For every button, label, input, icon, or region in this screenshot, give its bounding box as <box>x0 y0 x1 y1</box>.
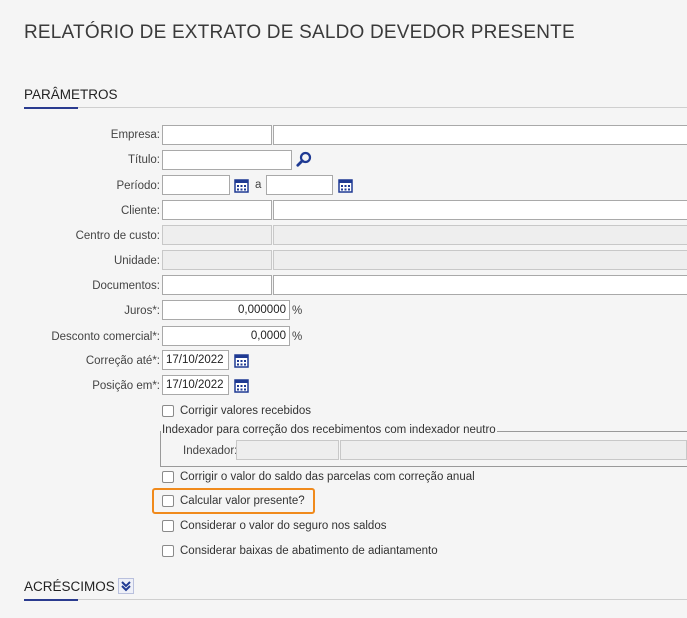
documentos-code-input[interactable] <box>162 275 272 295</box>
corrigir-valores-checkbox[interactable] <box>162 405 174 417</box>
cliente-label: Cliente: <box>121 205 160 217</box>
cliente-name-input[interactable] <box>273 200 687 220</box>
section-accent <box>24 599 78 601</box>
unidade-name-input <box>273 250 687 270</box>
titulo-label: Título: <box>128 154 160 166</box>
fieldset-border-bottom <box>160 466 687 467</box>
periodo-start-input[interactable] <box>162 175 230 195</box>
juros-unit: % <box>292 305 303 317</box>
corrigir-saldo-label: Corrigir o valor do saldo das parcelas c… <box>180 471 475 483</box>
section-divider <box>24 107 687 108</box>
desconto-input[interactable]: 0,0000 <box>162 326 290 346</box>
search-icon[interactable] <box>296 151 312 167</box>
documentos-name-input[interactable] <box>273 275 687 295</box>
juros-input[interactable]: 0,000000 <box>162 300 290 320</box>
calendar-icon[interactable] <box>233 352 249 368</box>
posicao-em-input[interactable]: 17/10/2022 <box>162 375 229 395</box>
considerar-seguro-label: Considerar o valor do seguro nos saldos <box>180 520 387 532</box>
calendar-icon[interactable] <box>233 177 249 193</box>
indexador-fieldset-legend: Indexador para correção dos recebimentos… <box>161 424 497 436</box>
indexador-label: Indexador: <box>183 445 238 457</box>
documentos-label: Documentos: <box>92 280 160 292</box>
section-header-acrescimos: ACRÉSCIMOS <box>24 579 115 594</box>
centro-custo-code-input <box>162 225 272 245</box>
section-divider <box>24 599 687 600</box>
correcao-ate-input[interactable]: 17/10/2022 <box>162 350 229 370</box>
centro-custo-label: Centro de custo: <box>75 230 160 242</box>
expand-icon[interactable] <box>118 578 134 594</box>
section-accent <box>24 107 78 109</box>
calcular-presente-label: Calcular valor presente? <box>180 495 305 507</box>
juros-label: Juros*: <box>124 305 160 317</box>
fieldset-border-left <box>160 431 161 466</box>
desconto-unit: % <box>292 331 303 343</box>
indexador-name-input <box>340 440 687 460</box>
page-title: RELATÓRIO DE EXTRATO DE SALDO DEVEDOR PR… <box>24 22 575 43</box>
empresa-name-input[interactable] <box>273 125 687 145</box>
periodo-label: Período: <box>116 180 160 192</box>
calendar-icon[interactable] <box>337 177 353 193</box>
indexador-code-input <box>236 440 339 460</box>
titulo-input[interactable] <box>162 150 292 170</box>
section-header-parametros: PARÂMETROS <box>24 87 118 102</box>
corrigir-valores-label: Corrigir valores recebidos <box>180 405 312 417</box>
empresa-code-input[interactable] <box>162 125 272 145</box>
calendar-icon[interactable] <box>233 377 249 393</box>
considerar-seguro-checkbox[interactable] <box>162 520 174 532</box>
unidade-label: Unidade: <box>113 255 160 267</box>
correcao-ate-label: Correção até*: <box>85 355 160 367</box>
considerar-baixas-label: Considerar baixas de abatimento de adian… <box>180 545 438 557</box>
empresa-label: Empresa: <box>110 129 160 141</box>
periodo-end-input[interactable] <box>266 175 333 195</box>
periodo-separator: a <box>255 179 262 191</box>
desconto-label: Desconto comercial*: <box>51 331 160 343</box>
centro-custo-name-input <box>273 225 687 245</box>
posicao-em-label: Posição em*: <box>92 380 160 392</box>
cliente-code-input[interactable] <box>162 200 272 220</box>
corrigir-saldo-checkbox[interactable] <box>162 471 174 483</box>
considerar-baixas-checkbox[interactable] <box>162 545 174 557</box>
calcular-presente-checkbox[interactable] <box>162 495 174 507</box>
unidade-code-input <box>162 250 272 270</box>
